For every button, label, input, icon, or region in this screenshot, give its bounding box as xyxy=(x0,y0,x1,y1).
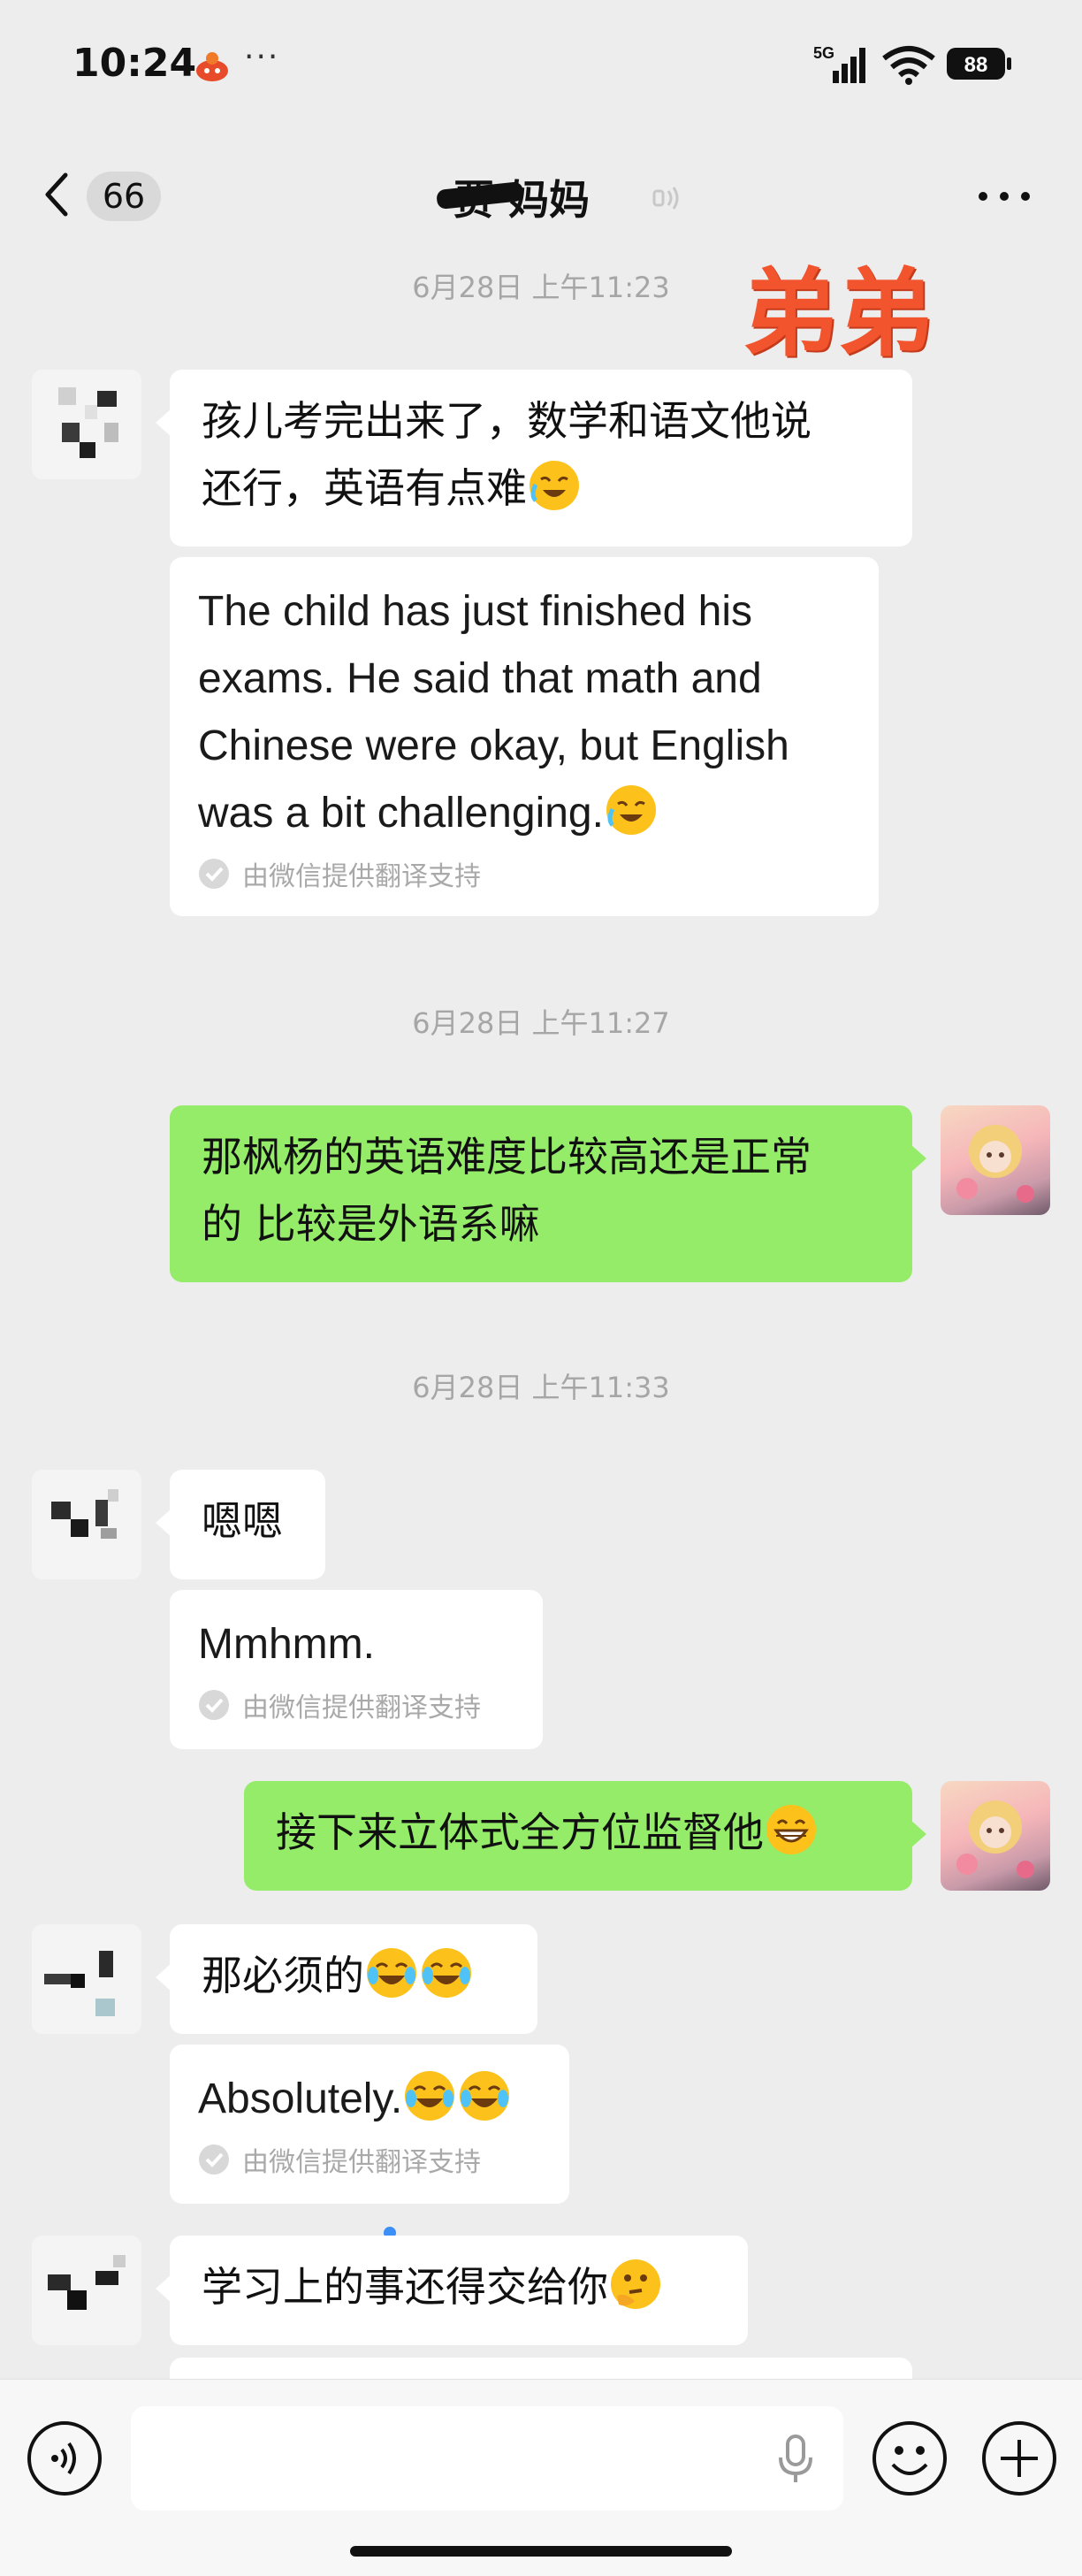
wifi-icon xyxy=(882,46,935,85)
contact-avatar[interactable] xyxy=(32,1470,141,1579)
contact-avatar[interactable] xyxy=(32,370,141,479)
cellular-signal-icon: 5G xyxy=(813,44,865,83)
plus-icon[interactable] xyxy=(981,2420,1057,2496)
voice-input-icon[interactable] xyxy=(27,2420,103,2496)
message-bubble-partial xyxy=(170,2358,912,2379)
translation-text: Absolutely. xyxy=(198,2075,403,2122)
emoji-icon[interactable] xyxy=(872,2420,948,2496)
tears-of-joy-emoji-icon xyxy=(422,1948,471,1998)
status-more-icon: ··· xyxy=(244,39,280,75)
app-notification-icon xyxy=(196,52,228,81)
check-circle-icon xyxy=(199,1690,229,1720)
chat-header: 66 贾 妈妈 xyxy=(0,150,1082,239)
home-indicator xyxy=(350,2546,732,2557)
message-bubble[interactable]: 那必须的 xyxy=(156,1924,537,2034)
translation-bubble[interactable]: Mmhmm. 由微信提供翻译支持 xyxy=(170,1590,543,1749)
self-avatar[interactable] xyxy=(941,1781,1050,1891)
mute-speaker-icon xyxy=(652,187,679,210)
message-bubble[interactable]: 学习上的事还得交给你 xyxy=(156,2236,748,2345)
more-options-icon[interactable] xyxy=(976,189,1032,203)
contact-avatar[interactable] xyxy=(32,2236,141,2345)
translation-bubble[interactable]: Absolutely. 由微信提供翻译支持 xyxy=(170,2045,569,2204)
message-bubble-self[interactable]: 接下来立体式全方位监督他 xyxy=(244,1781,926,1891)
message-bubble[interactable]: 嗯嗯 xyxy=(156,1470,325,1579)
translation-text: Mmhmm. xyxy=(198,1621,375,1668)
tears-of-joy-emoji-icon xyxy=(405,2071,455,2121)
unread-count-badge[interactable]: 66 xyxy=(87,172,161,221)
message-bubble[interactable]: 孩儿考完出来了，数学和语文他说 还行，英语有点难 xyxy=(156,370,912,547)
battery-level: 88 xyxy=(964,53,988,77)
message-text: 孩儿考完出来了，数学和语文他说 xyxy=(202,397,812,445)
message-text: 还行，英语有点难 xyxy=(202,464,527,512)
thinking-face-emoji-icon xyxy=(611,2259,660,2309)
timestamp: 6月28日 上午11:23 xyxy=(412,271,670,304)
translation-text: Chinese were okay, but English xyxy=(198,722,789,769)
translation-credit: 由微信提供翻译支持 xyxy=(198,1685,514,1724)
message-text: 嗯嗯 xyxy=(202,1497,283,1545)
check-circle-icon xyxy=(199,2144,229,2175)
microphone-icon[interactable] xyxy=(773,2433,819,2486)
status-bar: 10:24 ··· 5G 88 xyxy=(0,0,1082,133)
translation-text: exams. He said that math and xyxy=(198,655,762,702)
message-input[interactable] xyxy=(131,2406,843,2511)
tears-of-joy-emoji-icon xyxy=(460,2071,510,2121)
back-arrow-icon[interactable] xyxy=(39,170,74,219)
timestamp: 6月28日 上午11:27 xyxy=(412,1006,670,1040)
status-time: 10:24 xyxy=(72,41,197,86)
message-text: 那枫杨的英语难度比较高还是正常 xyxy=(202,1133,812,1181)
crying-laughing-emoji-icon xyxy=(606,785,656,835)
crying-laughing-emoji-icon xyxy=(530,461,579,510)
svg-text:5G: 5G xyxy=(813,44,834,62)
translation-credit: 由微信提供翻译支持 xyxy=(198,2140,541,2179)
message-text: 学习上的事还得交给你 xyxy=(202,2263,608,2311)
translation-bubble[interactable]: The child has just finished his exams. H… xyxy=(170,557,879,916)
grinning-emoji-icon xyxy=(766,1805,816,1854)
contact-avatar[interactable] xyxy=(32,1924,141,2034)
timestamp: 6月28日 上午11:33 xyxy=(412,1371,670,1404)
tears-of-joy-emoji-icon xyxy=(367,1948,416,1998)
watermark-label: 弟弟 xyxy=(743,259,934,370)
self-avatar[interactable] xyxy=(941,1105,1050,1215)
translation-credit: 由微信提供翻译支持 xyxy=(198,854,850,893)
battery-icon: 88 xyxy=(946,46,1013,81)
translation-text: was a bit challenging. xyxy=(198,790,604,837)
message-text: 接下来立体式全方位监督他 xyxy=(276,1808,764,1856)
check-circle-icon xyxy=(199,859,229,889)
message-bubble-self[interactable]: 那枫杨的英语难度比较高还是正常 的 比较是外语系嘛 xyxy=(170,1105,926,1282)
message-text: 那必须的 xyxy=(202,1952,364,1999)
translation-text: The child has just finished his xyxy=(198,588,752,635)
input-bar xyxy=(0,2379,1082,2576)
message-text: 的 比较是外语系嘛 xyxy=(202,1200,540,1248)
